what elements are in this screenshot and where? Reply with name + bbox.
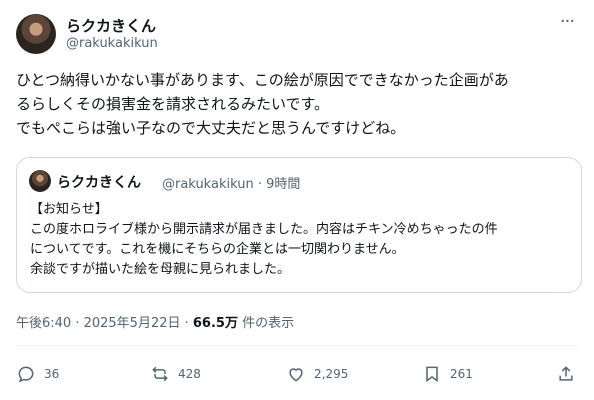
quoted-text-line: 余談ですが描いた絵を母親に見られました。	[30, 262, 291, 277]
action-bar: 36 428 2,295 261	[16, 360, 578, 388]
reply-count: 36	[44, 367, 60, 381]
quoted-text: 【お知らせ】 この度ホロライブ様から開示請求が届きました。内容はチキン冷めちゃっ…	[30, 200, 575, 280]
quoted-author-meta: @rakukakikun · 9時間	[162, 177, 301, 192]
quoted-author-name: らクカきくん	[57, 175, 141, 191]
quoted-text-line: この度ホロライブ様から開示請求が届きました。内容はチキン冷めちゃったの件	[30, 222, 498, 237]
quoted-text-line: 【お知らせ】	[30, 202, 108, 217]
share-icon	[559, 366, 573, 381]
quoted-text-line: についてです。これを機にそちらの企業とは一切関わりません。	[30, 242, 405, 257]
more-options-icon[interactable]: ···	[556, 13, 578, 36]
post-time[interactable]: 午後6:40 · 2025年5月22日 ·	[16, 316, 193, 331]
divider	[16, 345, 578, 346]
repost-count: 428	[178, 367, 201, 381]
like-count: 2,295	[314, 367, 349, 381]
repost-button[interactable]: 428	[150, 360, 201, 388]
share-button[interactable]	[556, 360, 576, 388]
view-count: 66.5万	[192, 316, 238, 331]
bookmark-icon	[426, 366, 438, 383]
repost-icon	[152, 366, 168, 382]
tweet-text-line: るらしくその損害金を請求されるみたいです。	[16, 95, 330, 113]
reply-icon	[18, 366, 34, 383]
avatar[interactable]	[16, 14, 56, 54]
like-button[interactable]: 2,295	[286, 360, 348, 388]
author-name[interactable]: らクカきくん	[66, 15, 156, 36]
reply-button[interactable]: 36	[16, 360, 59, 388]
tweet-header: らクカきくん @rakukakikun ···	[16, 13, 578, 58]
bookmark-count: 261	[450, 367, 473, 381]
tweet-text-line: でもぺこらは強い子なので大丈夫だと思うんですけどね。	[16, 119, 406, 137]
quoted-tweet[interactable]: らクカきくん @rakukakikun · 9時間 【お知らせ】 この度ホロライ…	[16, 157, 582, 293]
tweet-text: ひとつ納得いかない事があります、この絵が原因でできなかった企画があ るらしくその…	[16, 68, 582, 140]
bookmark-button[interactable]: 261	[422, 360, 473, 388]
author-handle[interactable]: @rakukakikun	[66, 36, 158, 51]
view-count-label: 件の表示	[237, 316, 295, 331]
heart-icon	[289, 368, 303, 382]
tweet-timestamp: 午後6:40 · 2025年5月22日 · 66.5万 件の表示	[16, 312, 294, 331]
quoted-avatar	[29, 170, 51, 192]
tweet-text-line: ひとつ納得いかない事があります、この絵が原因でできなかった企画があ	[16, 71, 509, 89]
